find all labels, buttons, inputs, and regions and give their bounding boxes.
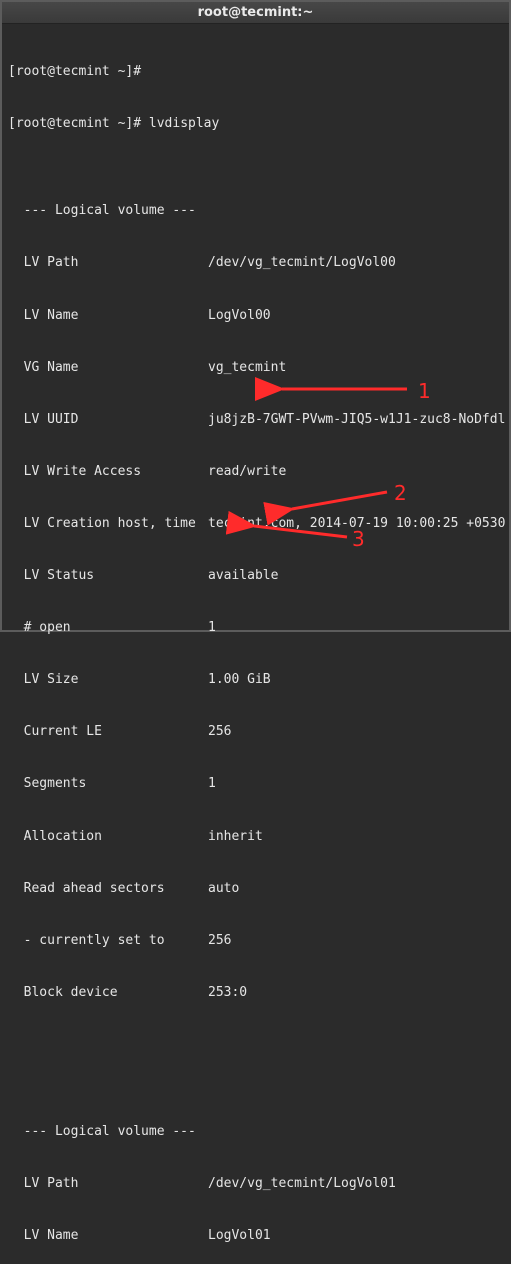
window-title-bar: root@tecmint:~	[2, 2, 509, 24]
field-label: LV Name	[8, 1227, 208, 1245]
field-label: LV Creation host, time	[8, 515, 208, 533]
lv-row: LV NameLogVol01	[8, 1227, 503, 1244]
lv-row: LV Write Accessread/write	[8, 463, 503, 480]
field-label: Allocation	[8, 828, 208, 846]
terminal-body[interactable]: [root@tecmint ~]# [root@tecmint ~]# lvdi…	[2, 24, 509, 1264]
field-value: auto	[208, 881, 239, 896]
lv-row: LV Statusavailable	[8, 567, 503, 584]
lv-row: LV Size1.00 GiB	[8, 671, 503, 688]
field-value: LogVol01	[208, 1228, 271, 1243]
field-label: Read ahead sectors	[8, 880, 208, 898]
window-title: root@tecmint:~	[198, 5, 314, 20]
lv-row: - currently set to256	[8, 932, 503, 949]
field-value: inherit	[208, 829, 263, 844]
lv-row: LV Path/dev/vg_tecmint/LogVol00	[8, 254, 503, 271]
lv-header: --- Logical volume ---	[8, 202, 503, 219]
command-input[interactable]: lvdisplay	[149, 116, 219, 131]
annotation-number-3: 3	[352, 526, 365, 553]
field-label: Segments	[8, 775, 208, 793]
field-value: ju8jzB-7GWT-PVwm-JIQ5-w1J1-zuc8-NoDfdl	[208, 412, 505, 427]
annotation-number-1: 1	[418, 378, 431, 405]
field-label: Current LE	[8, 723, 208, 741]
lv-row: LV NameLogVol00	[8, 307, 503, 324]
field-label: LV Write Access	[8, 463, 208, 481]
lv-row: Read ahead sectorsauto	[8, 880, 503, 897]
lv-row: LV UUIDju8jzB-7GWT-PVwm-JIQ5-w1J1-zuc8-N…	[8, 411, 503, 428]
field-value: vg_tecmint	[208, 360, 286, 375]
prompt-row: [root@tecmint ~]#	[8, 63, 503, 80]
field-value: 1	[208, 776, 216, 791]
lv-row: Segments1	[8, 775, 503, 792]
field-label: VG Name	[8, 359, 208, 377]
annotation-number-2: 2	[394, 480, 407, 507]
lv-row: # open1	[8, 619, 503, 636]
field-value: 1	[208, 620, 216, 635]
field-value: 256	[208, 724, 231, 739]
field-value: /dev/vg_tecmint/LogVol00	[208, 255, 396, 270]
lv-row: VG Namevg_tecmint	[8, 359, 503, 376]
lv-row: Current LE256	[8, 723, 503, 740]
field-label: LV Path	[8, 1175, 208, 1193]
field-value: 256	[208, 933, 231, 948]
blank-row	[8, 1036, 503, 1053]
field-label: LV Size	[8, 671, 208, 689]
field-value: available	[208, 568, 278, 583]
field-value: /dev/vg_tecmint/LogVol01	[208, 1176, 396, 1191]
field-value: 1.00 GiB	[208, 672, 271, 687]
field-label: # open	[8, 619, 208, 637]
lv-row: LV Path/dev/vg_tecmint/LogVol01	[8, 1175, 503, 1192]
field-label: LV UUID	[8, 411, 208, 429]
prompt: [root@tecmint ~]#	[8, 64, 149, 79]
prompt: [root@tecmint ~]#	[8, 116, 149, 131]
command-row: [root@tecmint ~]# lvdisplay	[8, 115, 503, 132]
lv-row: LV Creation host, timetecmint.com, 2014-…	[8, 515, 503, 532]
field-label: LV Name	[8, 307, 208, 325]
field-label: Block device	[8, 984, 208, 1002]
lv-row: Block device253:0	[8, 984, 503, 1001]
field-label: - currently set to	[8, 932, 208, 950]
lv-header: --- Logical volume ---	[8, 1123, 503, 1140]
field-value: read/write	[208, 464, 286, 479]
field-label: LV Path	[8, 254, 208, 272]
field-value: 253:0	[208, 985, 247, 1000]
field-value: LogVol00	[208, 308, 271, 323]
lv-row: Allocationinherit	[8, 828, 503, 845]
field-label: LV Status	[8, 567, 208, 585]
